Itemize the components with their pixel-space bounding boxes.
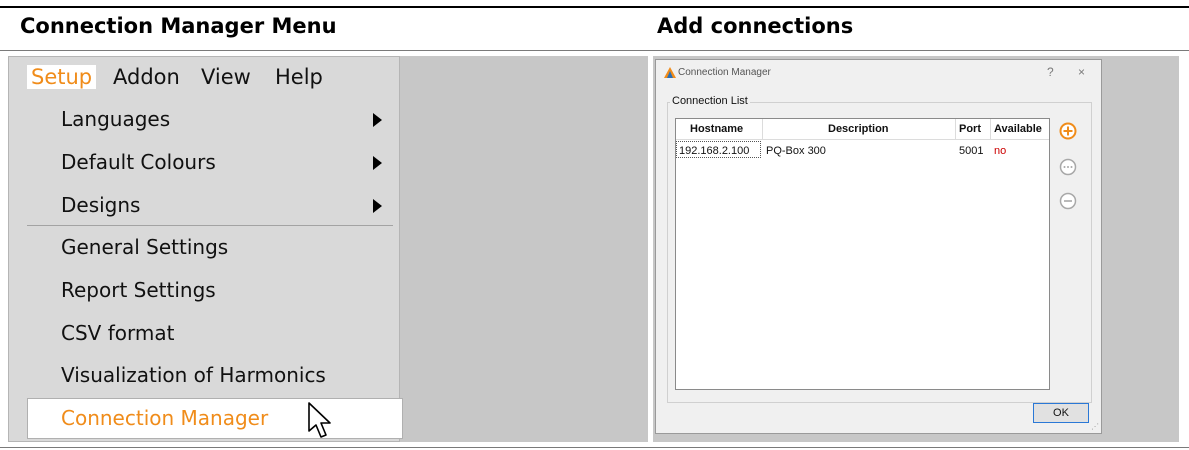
column-divider [762,119,763,139]
submenu-arrow-icon [373,199,382,213]
heading-add-connections: Add connections [657,14,854,38]
connection-table[interactable]: Hostname Description Port Available 192.… [675,118,1050,390]
menu-item-csv-format[interactable]: CSV format [61,321,174,345]
column-available[interactable]: Available [994,123,1042,135]
menu-item-default-colours[interactable]: Default Colours [61,150,216,174]
menu-item-connection-manager[interactable]: Connection Manager [61,406,268,430]
menubar-view[interactable]: View [197,65,255,89]
column-port[interactable]: Port [959,123,981,135]
connection-list-label: Connection List [670,95,750,107]
help-button[interactable]: ? [1047,65,1054,79]
cell-description[interactable]: PQ-Box 300 [766,145,826,157]
bottom-rule [0,447,1189,448]
add-icon[interactable] [1059,122,1077,140]
menubar: Setup Addon View Help [9,57,399,99]
remove-icon[interactable] [1059,192,1077,210]
dialog-title: Connection Manager [678,67,771,78]
header-separator [676,139,1049,140]
column-divider [955,119,956,139]
mouse-cursor-icon [308,402,331,438]
submenu-arrow-icon [373,113,382,127]
app-logo-icon [664,67,676,78]
menu-item-report-settings[interactable]: Report Settings [61,278,216,302]
header-divider [0,50,1189,51]
menu-separator [27,225,393,226]
heading-menu: Connection Manager Menu [20,14,337,38]
setup-menu: Setup Addon View Help Languages Default … [8,56,403,442]
column-divider [990,119,991,139]
menu-item-designs[interactable]: Designs [61,193,140,217]
column-hostname[interactable]: Hostname [690,123,743,135]
cell-port[interactable]: 5001 [959,145,983,157]
resize-grip-icon[interactable]: ⋰ [1091,422,1099,431]
menubar-help[interactable]: Help [271,65,327,89]
top-rule [0,6,1189,8]
menubar-addon[interactable]: Addon [109,65,184,89]
menu-item-languages[interactable]: Languages [61,107,170,131]
column-description[interactable]: Description [828,123,889,135]
menu-item-general-settings[interactable]: General Settings [61,235,228,259]
close-button[interactable]: × [1078,65,1085,79]
menubar-setup[interactable]: Setup [27,65,97,89]
cell-available[interactable]: no [994,145,1006,157]
edit-icon[interactable] [1059,158,1077,176]
cell-hostname[interactable]: 192.168.2.100 [679,145,749,157]
menu-item-visualization-of-harmonics[interactable]: Visualization of Harmonics [61,363,326,387]
connection-manager-dialog: Connection Manager ? × Connection List H… [655,59,1102,434]
ok-button[interactable]: OK [1033,403,1089,423]
submenu-arrow-icon [373,156,382,170]
